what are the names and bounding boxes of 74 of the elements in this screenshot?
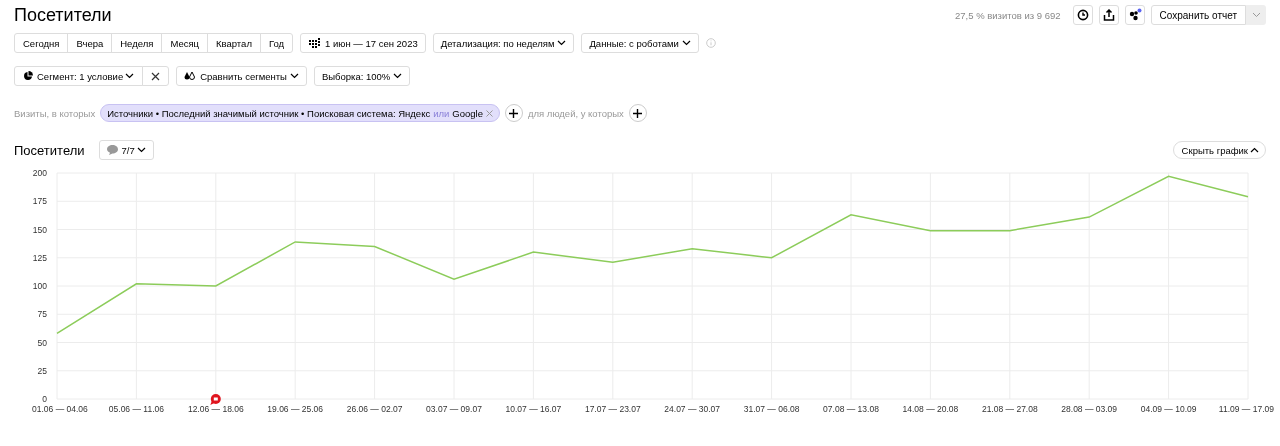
y-tick-label: 50 (37, 337, 47, 348)
notes-dropdown[interactable]: 7/7 (98, 140, 154, 160)
y-tick-label: 200 (32, 168, 47, 178)
add-people-condition-button[interactable] (628, 104, 647, 122)
chevron-icon (125, 73, 135, 79)
period-button[interactable]: Вчера (67, 33, 113, 53)
y-tick-label: 25 (37, 365, 47, 376)
pie-icon (23, 71, 33, 81)
page-title: Посетители (14, 4, 112, 26)
y-tick-label: 100 (32, 281, 47, 291)
x-tick-label: 12.06 — 18.06 (187, 404, 244, 414)
filter-condition: Источники • Последний значимый источник • Поисковая система: Яндекс (107, 107, 431, 119)
x-tick-label: 11.09 — 17.09 (1218, 404, 1274, 414)
y-tick-label: 175 (32, 196, 47, 207)
widgets-button[interactable] (1124, 5, 1145, 25)
share-icon (1102, 9, 1115, 21)
x-tick-label: 31.07 — 06.08 (743, 404, 800, 414)
period-button[interactable]: Месяц (161, 33, 209, 53)
y-tick-label: 75 (37, 309, 47, 320)
hide-chart-button[interactable]: Скрыть график (1172, 141, 1266, 159)
compare-segments-button[interactable]: Сравнить сегменты (176, 66, 307, 86)
comment-marker-icon[interactable] (210, 394, 221, 405)
drops-icon (184, 71, 196, 81)
period-button[interactable]: Неделя (111, 33, 163, 53)
history-button[interactable] (1072, 5, 1093, 25)
x-tick-label: 10.07 — 16.07 (505, 404, 562, 414)
x-tick-label: 07.08 — 13.08 (823, 404, 879, 414)
period-button[interactable]: Сегодня (14, 33, 69, 53)
x-tick-label: 05.06 — 11.06 (108, 404, 164, 414)
clear-segment-button[interactable] (142, 66, 170, 86)
save-report-button[interactable]: Сохранить отчет (1150, 5, 1246, 25)
x-tick-label: 24.07 — 30.07 (664, 404, 721, 414)
x-tick-label: 14.08 — 20.08 (902, 404, 959, 414)
detail-dropdown[interactable]: Детализация: по неделям (432, 33, 575, 53)
plus-icon (633, 108, 643, 118)
plus-icon (509, 108, 519, 118)
export-button[interactable] (1098, 5, 1119, 25)
date-range-button[interactable]: 1 июн — 17 сен 2023 (300, 33, 426, 53)
filter-prefix: Визиты, в которых (14, 107, 96, 119)
caret-icon (1251, 12, 1261, 18)
filter-chip[interactable]: Источники • Последний значимый источник • Поисковая система: Яндекс или Google (100, 104, 500, 122)
chart-title: Посетители (14, 142, 85, 158)
filter-value: Google (452, 107, 483, 119)
x-tick-label: 17.07 — 23.07 (584, 404, 641, 414)
y-tick-label: 125 (32, 252, 47, 263)
x-tick-label: 28.08 — 03.09 (1061, 404, 1118, 414)
x-tick-label: 19.06 — 25.06 (267, 404, 324, 414)
chevron-up-icon (1250, 147, 1259, 153)
people-label: для людей, у которых (527, 107, 624, 119)
close-icon (151, 71, 161, 81)
filter-connector: или (433, 107, 450, 119)
y-tick-label: 0 (42, 394, 47, 404)
sample-info: 27,5 % визитов из 9 692 (955, 9, 1061, 21)
x-tick-label: 21.08 — 27.08 (981, 404, 1038, 414)
segment-dropdown[interactable]: Сегмент: 1 условие (14, 66, 144, 86)
x-tick-label: 01.06 — 04.06 (32, 404, 88, 414)
calendar-icon (308, 38, 321, 48)
x-tick-label: 26.06 — 02.07 (346, 404, 403, 414)
sample-dropdown[interactable]: Выборка: 100% (313, 66, 411, 86)
chevron-icon (136, 147, 146, 153)
dots-icon (1127, 8, 1142, 22)
x-tick-label: 03.07 — 09.07 (426, 404, 482, 414)
data-dropdown[interactable]: Данные: с роботами (581, 33, 699, 53)
x-tick-label: 04.09 — 10.09 (1140, 404, 1197, 414)
chevron-icon (557, 40, 567, 46)
y-tick-label: 150 (32, 224, 47, 235)
add-condition-button[interactable] (504, 104, 523, 122)
chevron-icon (393, 73, 403, 79)
period-button[interactable]: Квартал (207, 33, 261, 53)
period-button[interactable]: Год (259, 33, 294, 53)
chevron-icon (681, 40, 691, 46)
clock-icon (1076, 9, 1089, 21)
speech-bubble-icon (106, 145, 118, 155)
chevron-icon (289, 73, 299, 79)
